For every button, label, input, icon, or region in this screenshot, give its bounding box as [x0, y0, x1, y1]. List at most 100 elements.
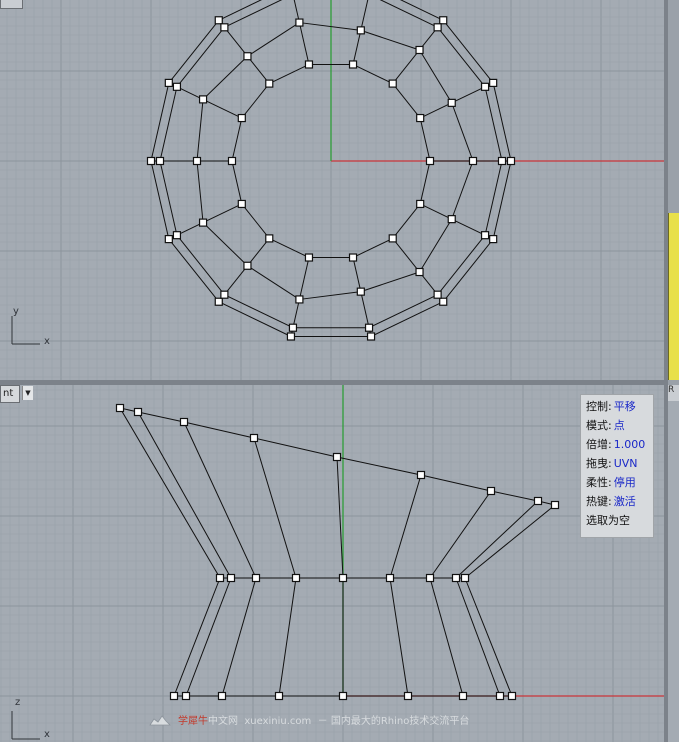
control-point [155, 156, 165, 166]
control-point [416, 470, 426, 480]
control-point [115, 403, 125, 413]
ring-edge [269, 237, 310, 258]
viewport-menu-arrow-icon[interactable]: ▼ [22, 386, 33, 400]
ring-edge [299, 291, 361, 300]
control-point [237, 199, 246, 209]
control-point [489, 78, 498, 88]
panel-row-hotkey[interactable]: 热键: 激活 [586, 492, 636, 511]
ring-edge [442, 19, 494, 84]
watermark-tagline: 国内最大的Rhino技术交流平台 [330, 716, 470, 727]
top-viewport-canvas[interactable] [0, 0, 664, 380]
ring-edge [437, 234, 486, 296]
panel-row-soft[interactable]: 柔性: 停用 [586, 473, 636, 492]
control-point [295, 295, 304, 304]
control-point [291, 573, 301, 583]
top-profile-edge [420, 474, 492, 492]
control-point [348, 253, 358, 262]
control-point [220, 290, 229, 299]
top-profile-edge [253, 437, 338, 458]
control-point [172, 82, 182, 91]
control-point [249, 433, 259, 443]
panel-row-drag[interactable]: 拖曳: UVN [586, 454, 638, 473]
top-viewport-tab[interactable] [0, 0, 23, 9]
control-point [265, 234, 274, 243]
control-point [243, 52, 252, 61]
control-point [169, 691, 179, 701]
right-viewport-lower-edge[interactable] [668, 385, 679, 742]
panel-row-control[interactable]: 控制: 平移 [586, 397, 636, 416]
ring-edge [419, 49, 453, 104]
top-viewport[interactable] [0, 0, 664, 380]
ring-edge [218, 301, 292, 337]
control-point [164, 78, 173, 88]
radial-edge [392, 49, 420, 84]
control-point [356, 26, 365, 35]
control-point [416, 199, 425, 209]
control-point [332, 452, 342, 462]
axis-label-x: x [44, 336, 50, 347]
ring-edge [176, 234, 225, 296]
control-point [439, 16, 448, 25]
front-viewport-canvas[interactable] [0, 385, 664, 742]
control-point [433, 290, 442, 299]
vertical-edge [455, 500, 539, 579]
ring-edge [299, 22, 361, 31]
control-point [480, 231, 490, 240]
watermark-brand-2: 中文网 [208, 716, 238, 727]
control-point [403, 691, 413, 701]
ring-edge [419, 117, 431, 162]
watermark-brand-1: 学犀牛 [178, 716, 208, 727]
top-profile-edge [183, 421, 255, 439]
control-point [198, 95, 208, 104]
ring-edge [442, 238, 494, 303]
panel-row-mode[interactable]: 模式: 点 [586, 416, 625, 435]
control-point [388, 79, 397, 88]
control-point [164, 234, 173, 244]
control-point [338, 573, 348, 583]
control-point [458, 691, 468, 701]
control-point [447, 98, 456, 107]
front-viewport-tab[interactable]: nt [0, 385, 21, 403]
vertical-edge [389, 474, 422, 579]
control-point [415, 267, 424, 277]
radial-edge [223, 265, 248, 296]
control-point [146, 156, 156, 166]
control-point [227, 156, 237, 166]
control-point [447, 215, 456, 224]
ring-edge [360, 29, 420, 51]
watermark: 学犀牛中文网 xuexiniu.com － 国内最大的Rhino技术交流平台 [148, 712, 568, 732]
ring-edge [168, 19, 220, 84]
control-point [533, 496, 543, 506]
control-point [460, 573, 470, 583]
grid [0, 385, 664, 742]
control-point [356, 287, 365, 296]
rhino-logo-icon [149, 715, 171, 726]
control-point [304, 60, 314, 69]
ring-edge [176, 26, 225, 88]
control-point [433, 23, 442, 32]
control-point [172, 231, 182, 240]
vertical-edge [336, 456, 344, 579]
control-point [304, 253, 314, 262]
control-point [425, 573, 435, 583]
control-point [237, 113, 246, 123]
control-point [251, 573, 261, 583]
control-point [439, 297, 448, 306]
control-point [506, 156, 516, 166]
ring-edge [437, 26, 486, 88]
control-point [425, 156, 435, 166]
panel-row-scale[interactable]: 倍增: 1.000 [586, 435, 645, 454]
control-point [288, 323, 298, 332]
control-point [550, 500, 560, 510]
control-point [385, 573, 395, 583]
radial-edge [292, 299, 300, 328]
ring-edge [419, 218, 453, 273]
ring-edge [168, 238, 220, 303]
axis-label-y: y [13, 306, 19, 317]
front-viewport[interactable] [0, 385, 664, 742]
control-point [181, 691, 191, 701]
control-point [468, 156, 478, 166]
top-profile-edge [490, 490, 539, 502]
right-viewport-tab[interactable]: R [668, 385, 679, 401]
control-point [366, 332, 376, 341]
